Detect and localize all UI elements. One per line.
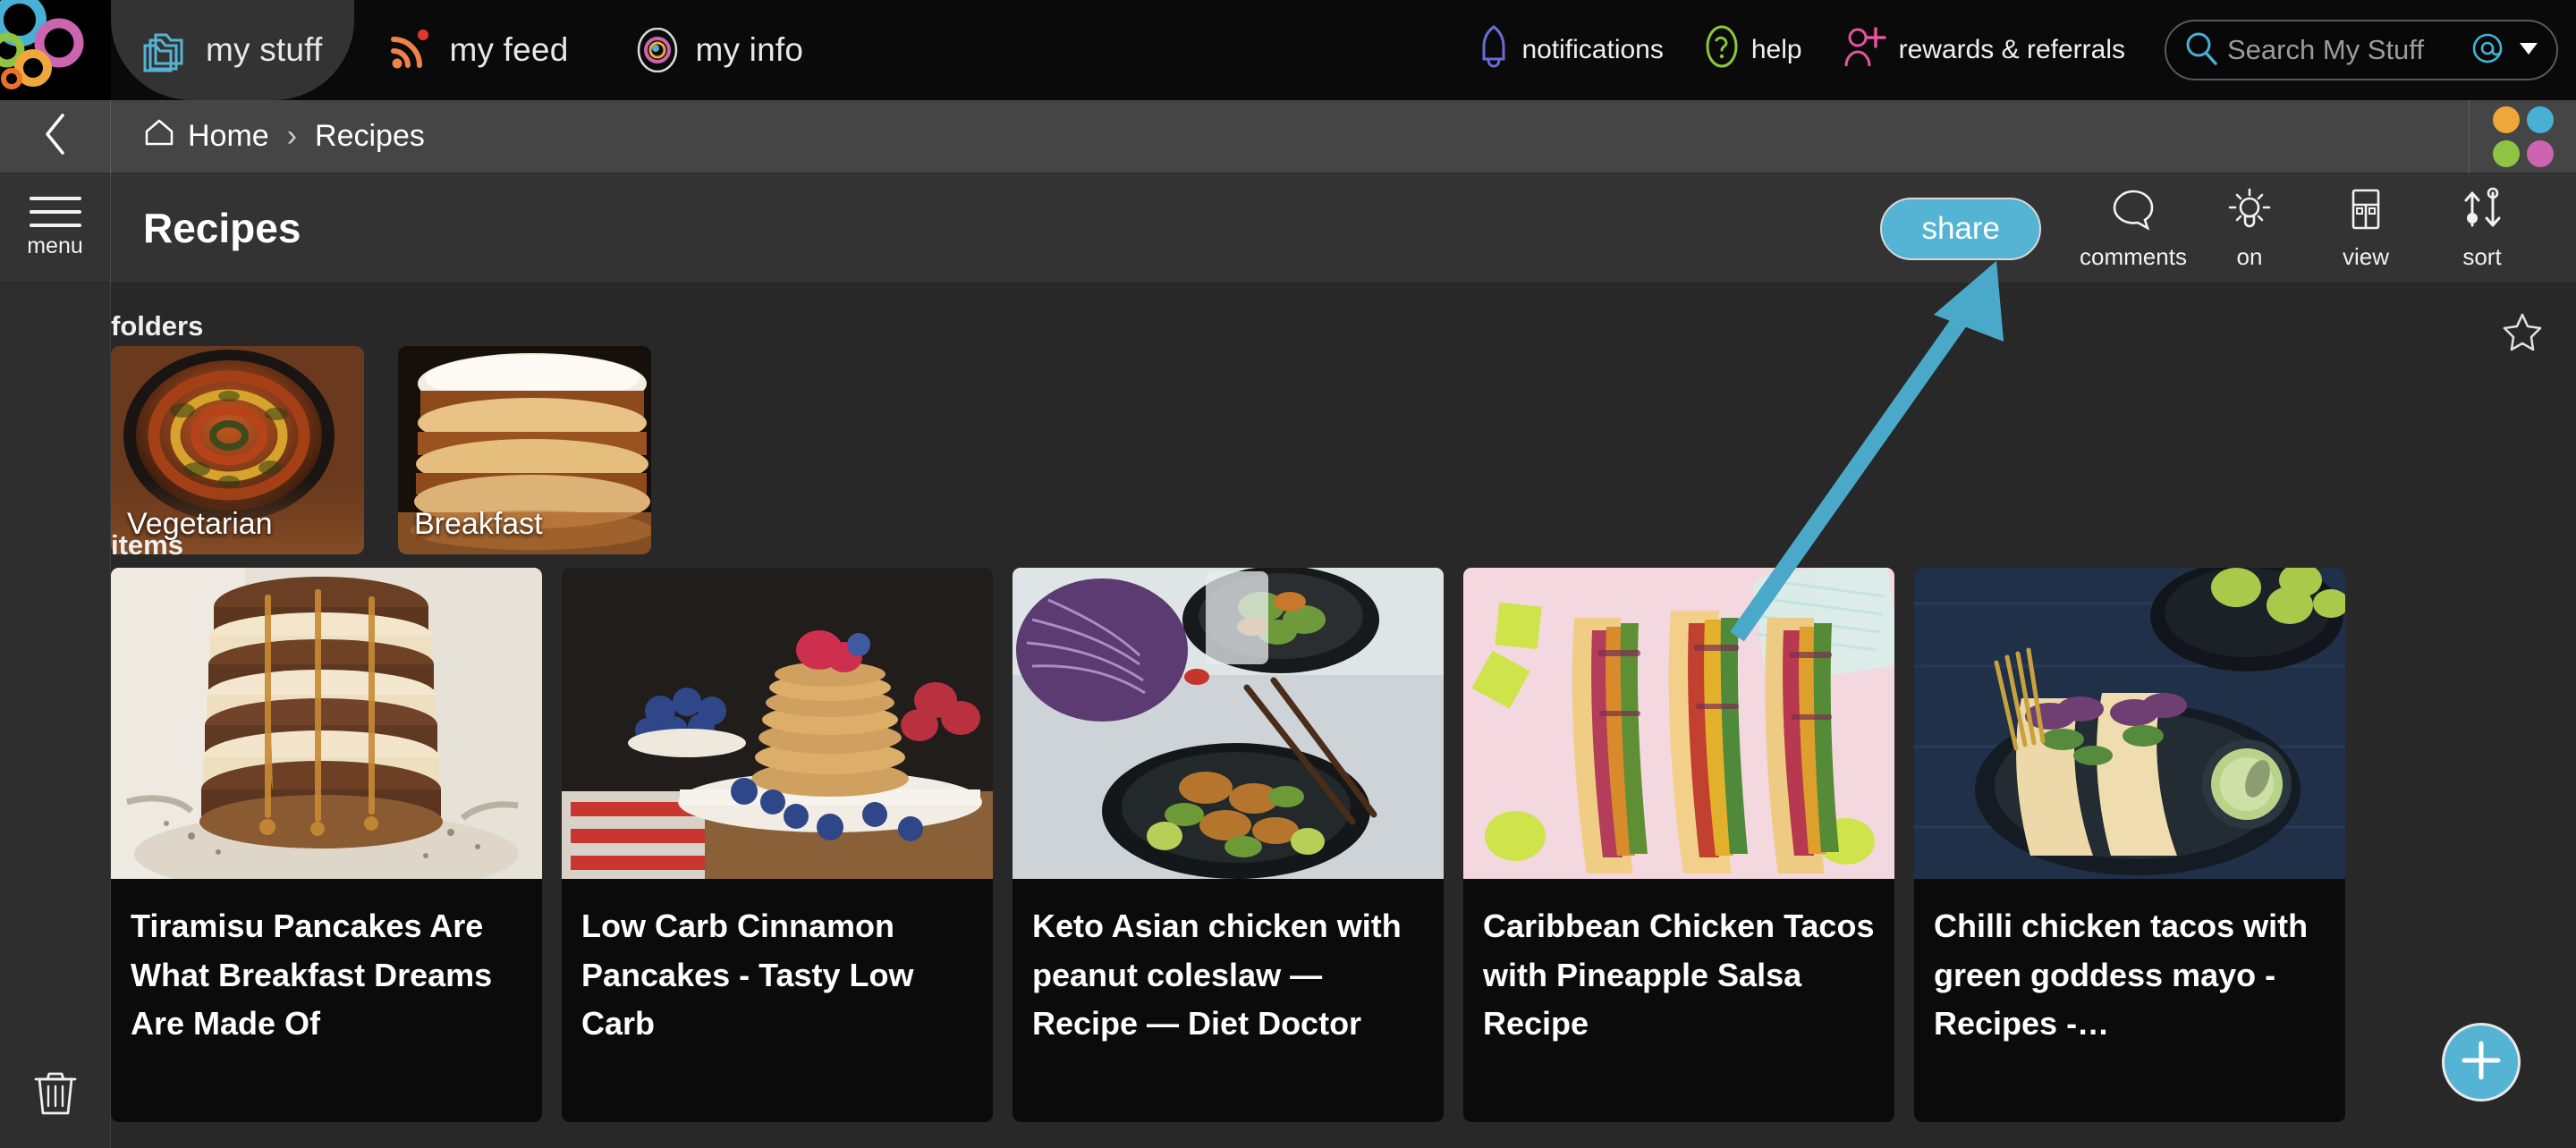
page-toolbar: menu Recipes share comments on view sort xyxy=(0,173,2576,283)
layout-grid-icon xyxy=(2341,186,2391,239)
left-rail xyxy=(0,283,111,1148)
palette-dot-green[interactable] xyxy=(2492,140,2520,167)
nav-tab-label: my feed xyxy=(449,31,569,68)
caret-down-icon[interactable] xyxy=(2515,38,2542,63)
palette-dots[interactable] xyxy=(2469,100,2576,173)
menu-button[interactable]: menu xyxy=(0,173,111,283)
item-title: Caribbean Chicken Tacos with Pineapple S… xyxy=(1483,907,1875,1042)
item-card[interactable]: Low Carb Cinnamon Pancakes - Tasty Low C… xyxy=(562,568,993,1122)
help-button[interactable]: help xyxy=(1683,0,1822,100)
bell-icon xyxy=(1477,23,1511,77)
item-thumbnail xyxy=(111,568,542,879)
menu-label: menu xyxy=(27,233,83,258)
items-grid: Tiramisu Pancakes Are What Breakfast Dre… xyxy=(111,568,2345,1122)
home-icon xyxy=(143,117,175,156)
page-body: folders Vegetarian Breakfast items Tiram… xyxy=(0,283,2576,1148)
right-rail xyxy=(2442,283,2576,1148)
hamburger-icon xyxy=(29,197,81,227)
lightbulb-icon xyxy=(2224,186,2275,239)
nav-tab-my-feed[interactable]: my feed xyxy=(354,0,600,100)
sort-button[interactable]: sort xyxy=(2424,173,2540,283)
breadcrumb-label: Home xyxy=(188,119,269,153)
item-title: Low Carb Cinnamon Pancakes - Tasty Low C… xyxy=(581,907,914,1042)
nav-tab-list: my stuff my feed my info xyxy=(111,0,835,100)
sort-label: sort xyxy=(2462,243,2502,270)
breadcrumb-label: Recipes xyxy=(315,119,425,153)
palette-dot-pink[interactable] xyxy=(2526,140,2554,167)
content-area: folders Vegetarian Breakfast items Tiram… xyxy=(111,283,2469,1148)
trash-button[interactable] xyxy=(30,1065,80,1121)
at-icon[interactable] xyxy=(2469,30,2506,72)
breadcrumb-bar: Home › Recipes xyxy=(0,99,2576,173)
breadcrumb-item-home[interactable]: Home xyxy=(143,117,269,156)
comment-bubble-icon xyxy=(2108,186,2158,239)
folder-card[interactable]: Vegetarian xyxy=(111,346,364,554)
search-icon xyxy=(2182,30,2218,72)
nav-tab-label: my stuff xyxy=(206,31,323,68)
rewards-referrals-button[interactable]: rewards & referrals xyxy=(1822,0,2145,100)
sort-arrows-icon xyxy=(2457,186,2507,239)
item-thumbnail xyxy=(1013,568,1444,879)
add-button[interactable] xyxy=(2442,1023,2521,1102)
toolbar-actions: share comments on view sort xyxy=(1880,173,2540,283)
add-person-icon xyxy=(1842,23,1888,77)
rewards-referrals-label: rewards & referrals xyxy=(1898,35,2125,64)
app-logo[interactable] xyxy=(0,0,111,100)
lightbulb-toggle-button[interactable]: on xyxy=(2191,173,2308,283)
trash-icon xyxy=(30,1072,80,1120)
comments-button[interactable]: comments xyxy=(2075,173,2191,283)
chevron-left-icon xyxy=(40,111,71,162)
lightbulb-state-label: on xyxy=(2236,243,2263,270)
item-thumbnail xyxy=(1463,568,1894,879)
item-card[interactable]: Caribbean Chicken Tacos with Pineapple S… xyxy=(1463,568,1894,1122)
item-card[interactable]: Chilli chicken tacos with green goddess … xyxy=(1914,568,2345,1122)
palette-dot-orange[interactable] xyxy=(2492,106,2520,133)
star-outline-icon xyxy=(2502,311,2543,357)
view-button[interactable]: view xyxy=(2308,173,2424,283)
nav-tab-my-stuff[interactable]: my stuff xyxy=(111,0,355,100)
question-circle-icon xyxy=(1703,23,1741,77)
folder-card[interactable]: Breakfast xyxy=(398,346,651,554)
palette-dot-blue[interactable] xyxy=(2526,106,2554,133)
folders-icon xyxy=(143,28,193,72)
nav-right-group: notifications help rewards & referrals S… xyxy=(1457,0,2558,100)
notifications-label: notifications xyxy=(1521,35,1664,64)
item-title: Keto Asian chicken with peanut coleslaw … xyxy=(1032,907,1402,1042)
folder-name: Breakfast xyxy=(414,507,543,541)
folders-section-label: folders xyxy=(111,310,204,342)
nav-tab-label: my info xyxy=(695,31,804,68)
breadcrumb-item-recipes[interactable]: Recipes xyxy=(315,119,425,154)
share-button[interactable]: share xyxy=(1880,197,2041,260)
favorite-button[interactable] xyxy=(2492,303,2553,364)
search-input[interactable]: Search My Stuff xyxy=(2227,34,2460,66)
notifications-button[interactable]: notifications xyxy=(1457,0,1682,100)
item-title: Tiramisu Pancakes Are What Breakfast Dre… xyxy=(131,907,493,1042)
item-title: Chilli chicken tacos with green goddess … xyxy=(1934,907,2309,1042)
comments-label: comments xyxy=(2080,243,2187,270)
page-title: Recipes xyxy=(143,205,301,251)
top-navigation-bar: my stuff my feed my info notifications h… xyxy=(0,0,2576,100)
breadcrumb-separator: › xyxy=(286,119,298,153)
nav-tab-my-info[interactable]: my info xyxy=(600,0,835,100)
breadcrumb: Home › Recipes xyxy=(111,117,425,156)
plus-icon xyxy=(2457,1036,2505,1089)
item-thumbnail xyxy=(1914,568,2345,879)
item-card[interactable]: Keto Asian chicken with peanut coleslaw … xyxy=(1013,568,1444,1122)
view-label: view xyxy=(2342,243,2389,270)
folders-grid: Vegetarian Breakfast xyxy=(111,346,651,554)
items-section-label: items xyxy=(111,529,183,561)
item-thumbnail xyxy=(562,568,993,879)
help-label: help xyxy=(1750,35,1802,64)
back-button[interactable] xyxy=(0,99,111,173)
item-card[interactable]: Tiramisu Pancakes Are What Breakfast Dre… xyxy=(111,568,542,1122)
rss-icon xyxy=(386,28,436,72)
search-box[interactable]: Search My Stuff xyxy=(2165,20,2558,80)
profile-bubble-icon xyxy=(632,27,682,73)
